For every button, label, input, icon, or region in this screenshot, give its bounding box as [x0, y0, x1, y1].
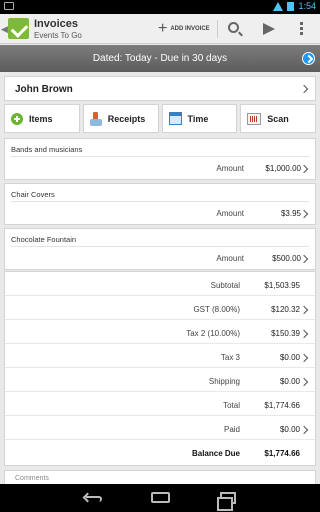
tab-scan[interactable]: Scan — [240, 104, 316, 133]
screenshot-notification-icon — [4, 2, 14, 10]
client-row[interactable]: John Brown — [4, 76, 316, 101]
divider — [11, 156, 309, 157]
balance-due-value: $1,774.66 — [264, 449, 300, 458]
line-item[interactable]: Chocolate Fountain Amount $500.00 — [4, 228, 316, 270]
tab-time[interactable]: Time — [161, 104, 238, 133]
due-date-bar[interactable]: Dated: Today - Due in 30 days — [0, 45, 320, 72]
item-name: Bands and musicians — [11, 145, 83, 154]
amount-label: Amount — [216, 209, 244, 218]
tax2-value: $150.39 — [271, 329, 300, 338]
comments-field[interactable]: Comments — [4, 470, 316, 484]
total-label: Total — [223, 401, 240, 410]
status-bar: 1:54 — [0, 0, 320, 14]
gst-label: GST (8.00%) — [193, 305, 240, 314]
chevron-right-icon — [299, 164, 309, 174]
add-tabs: Items Receipts Time Scan — [4, 104, 316, 133]
chevron-right-icon — [299, 84, 309, 94]
plus-icon: + — [158, 20, 168, 37]
due-date-text: Dated: Today - Due in 30 days — [92, 53, 228, 64]
item-name: Chair Covers — [11, 190, 55, 199]
shipping-value: $0.00 — [279, 377, 300, 386]
chevron-right-icon — [299, 254, 309, 264]
amount-value: $3.95 — [280, 209, 301, 218]
system-nav-bar — [0, 484, 320, 512]
tax2-row[interactable]: Tax 2 (10.00%) $150.39 — [5, 320, 315, 344]
chevron-right-icon — [299, 425, 309, 435]
action-bar: ◀ Invoices Events To Go + ADD INVOICE — [0, 14, 320, 44]
send-icon[interactable] — [263, 23, 275, 35]
chevron-right-icon — [299, 209, 309, 219]
chevron-right-icon — [299, 377, 309, 387]
chevron-right-icon — [299, 305, 309, 315]
amount-value: $500.00 — [272, 254, 301, 263]
gst-value: $120.32 — [271, 305, 300, 314]
add-circle-icon — [11, 112, 23, 125]
divider — [11, 246, 309, 247]
chevron-right-circle-icon[interactable] — [302, 52, 315, 65]
amount-value: $1,000.00 — [265, 164, 301, 173]
total-row: Total $1,774.66 — [5, 392, 315, 416]
scan-icon — [247, 112, 262, 125]
divider — [11, 201, 309, 202]
tab-label: Scan — [267, 113, 289, 124]
add-invoice-button[interactable]: + ADD INVOICE — [158, 21, 210, 37]
wifi-icon — [273, 1, 284, 11]
amount-label: Amount — [216, 254, 244, 263]
clock: 1:54 — [298, 1, 316, 11]
search-icon[interactable] — [228, 22, 239, 33]
tab-receipts[interactable]: Receipts — [82, 104, 159, 133]
amount-label: Amount — [216, 164, 244, 173]
line-item[interactable]: Chair Covers Amount $3.95 — [4, 183, 316, 225]
line-item[interactable]: Bands and musicians Amount $1,000.00 — [4, 138, 316, 180]
tax2-label: Tax 2 (10.00%) — [186, 329, 240, 338]
calendar-icon — [168, 112, 182, 125]
total-value: $1,774.66 — [264, 401, 300, 410]
paid-value: $0.00 — [279, 425, 300, 434]
tab-label: Time — [187, 113, 209, 124]
app-logo-icon[interactable] — [8, 18, 29, 39]
balance-due-row: Balance Due $1,774.66 — [5, 440, 315, 464]
overflow-menu-icon[interactable] — [300, 22, 303, 35]
chevron-right-icon — [299, 353, 309, 363]
company-name: Events To Go — [34, 31, 82, 40]
divider — [217, 20, 218, 38]
paid-label: Paid — [223, 425, 240, 434]
tax3-label: Tax 3 — [220, 353, 240, 362]
receipt-icon — [89, 111, 102, 126]
tab-items[interactable]: Items — [4, 104, 80, 133]
shipping-row[interactable]: Shipping $0.00 — [5, 368, 315, 392]
client-name: John Brown — [15, 84, 73, 95]
totals-panel: Subtotal $1,503.95 GST (8.00%) $120.32 T… — [4, 271, 316, 466]
nav-recent-apps-icon[interactable] — [217, 492, 236, 511]
tab-label: Receipts — [107, 113, 146, 124]
gst-row[interactable]: GST (8.00%) $120.32 — [5, 296, 315, 320]
battery-icon — [287, 1, 295, 11]
comments-label: Comments — [15, 475, 49, 482]
tax3-value: $0.00 — [279, 353, 300, 362]
back-icon[interactable]: ◀ — [1, 24, 8, 35]
nav-back-icon[interactable] — [84, 491, 102, 503]
add-invoice-label: ADD INVOICE — [170, 26, 210, 32]
shipping-label: Shipping — [208, 377, 240, 386]
app-title: Invoices — [34, 18, 79, 30]
subtotal-row: Subtotal $1,503.95 — [5, 272, 315, 296]
nav-home-icon[interactable] — [151, 492, 170, 503]
item-name: Chocolate Fountain — [11, 235, 77, 244]
balance-due-label: Balance Due — [191, 449, 240, 458]
subtotal-label: Subtotal — [210, 281, 240, 290]
tab-label: Items — [29, 113, 53, 124]
chevron-right-icon — [299, 329, 309, 339]
tax3-row[interactable]: Tax 3 $0.00 — [5, 344, 315, 368]
paid-row[interactable]: Paid $0.00 — [5, 416, 315, 440]
subtotal-value: $1,503.95 — [264, 281, 300, 290]
